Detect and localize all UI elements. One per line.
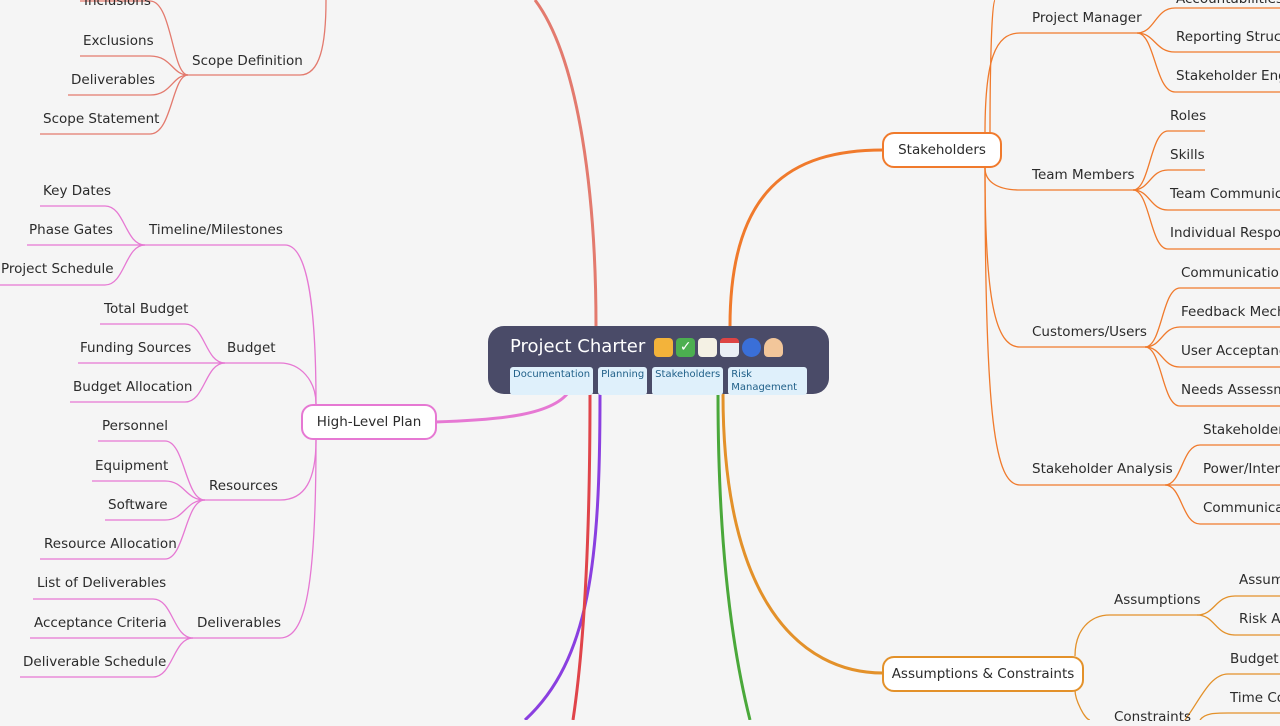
node-assumptions[interactable]: Assumptions bbox=[1114, 591, 1200, 609]
node-communication-plan[interactable]: Communicat bbox=[1203, 499, 1280, 517]
memo-icon bbox=[698, 337, 718, 357]
tag-planning[interactable]: Planning bbox=[598, 367, 648, 395]
node-scope-statement[interactable]: Scope Statement bbox=[43, 110, 159, 128]
node-stakeholder-engagement[interactable]: Stakeholder Enga bbox=[1176, 67, 1280, 85]
node-individual-responsibilities[interactable]: Individual Respons bbox=[1170, 224, 1280, 242]
tag-risk-management[interactable]: Risk Management bbox=[728, 367, 807, 395]
node-scope-definition[interactable]: Scope Definition bbox=[192, 52, 303, 70]
node-deliverables[interactable]: Deliverables bbox=[197, 614, 281, 632]
node-resource-allocation[interactable]: Resource Allocation bbox=[44, 535, 177, 553]
node-budget-constraints[interactable]: Budget C bbox=[1230, 650, 1280, 668]
node-stakeholder-identification[interactable]: Stakeholder I bbox=[1203, 421, 1280, 439]
node-resources[interactable]: Resources bbox=[209, 477, 278, 495]
branch-red bbox=[571, 393, 592, 720]
tag-documentation[interactable]: Documentation bbox=[510, 367, 594, 395]
node-team-members[interactable]: Team Members bbox=[1032, 166, 1135, 184]
node-assumptions-list[interactable]: Assum bbox=[1239, 571, 1280, 589]
node-project-schedule[interactable]: Project Schedule bbox=[1, 260, 114, 278]
node-total-budget[interactable]: Total Budget bbox=[104, 300, 188, 318]
node-reporting-structure[interactable]: Reporting Structu bbox=[1176, 28, 1280, 46]
node-key-dates[interactable]: Key Dates bbox=[43, 182, 111, 200]
node-customers-users[interactable]: Customers/Users bbox=[1032, 323, 1147, 341]
tag-stakeholders[interactable]: Stakeholders bbox=[652, 367, 724, 395]
node-roles[interactable]: Roles bbox=[1170, 107, 1206, 125]
node-budget[interactable]: Budget bbox=[227, 339, 276, 357]
branch-scope bbox=[533, 0, 598, 327]
node-assumptions-constraints[interactable]: Assumptions & Constraints bbox=[882, 656, 1084, 692]
node-phase-gates[interactable]: Phase Gates bbox=[29, 221, 113, 239]
node-personnel[interactable]: Personnel bbox=[102, 417, 168, 435]
check-mark-icon: ✓ bbox=[676, 337, 696, 357]
node-timeline-milestones[interactable]: Timeline/Milestones bbox=[149, 221, 283, 239]
speaking-head-icon bbox=[742, 337, 762, 357]
node-deliverable-schedule[interactable]: Deliverable Schedule bbox=[23, 653, 166, 671]
branch-assumptions bbox=[721, 393, 884, 675]
branch-stakeholders bbox=[728, 148, 884, 327]
node-acceptance-criteria[interactable]: Acceptance Criteria bbox=[34, 614, 167, 632]
node-budget-allocation[interactable]: Budget Allocation bbox=[73, 378, 192, 396]
node-power-interest[interactable]: Power/Intere bbox=[1203, 460, 1280, 478]
node-software[interactable]: Software bbox=[108, 496, 168, 514]
node-funding-sources[interactable]: Funding Sources bbox=[80, 339, 191, 357]
node-exclusions[interactable]: Exclusions bbox=[83, 32, 154, 50]
node-deliverables-scope[interactable]: Deliverables bbox=[71, 71, 155, 89]
root-title: Project Charter bbox=[510, 336, 646, 357]
node-skills[interactable]: Skills bbox=[1170, 146, 1205, 164]
node-high-level-plan[interactable]: High-Level Plan bbox=[301, 404, 437, 440]
node-constraints[interactable]: Constraints bbox=[1114, 708, 1191, 726]
node-stakeholder-analysis[interactable]: Stakeholder Analysis bbox=[1032, 460, 1173, 478]
node-user-acceptance[interactable]: User Acceptance bbox=[1181, 342, 1280, 360]
node-feedback-mechanisms[interactable]: Feedback Mecha bbox=[1181, 303, 1280, 321]
node-inclusions[interactable]: Inclusions bbox=[84, 0, 151, 10]
node-accountabilities[interactable]: Accountabilities bbox=[1176, 0, 1280, 8]
node-time-constraints[interactable]: Time Co bbox=[1230, 689, 1280, 707]
calendar-icon bbox=[720, 337, 740, 357]
node-stakeholders[interactable]: Stakeholders bbox=[882, 132, 1002, 168]
node-equipment[interactable]: Equipment bbox=[95, 457, 168, 475]
node-communication[interactable]: Communication bbox=[1181, 264, 1280, 282]
node-project-manager[interactable]: Project Manager bbox=[1032, 9, 1142, 27]
node-needs-assessment[interactable]: Needs Assessme bbox=[1181, 381, 1280, 399]
node-list-of-deliverables[interactable]: List of Deliverables bbox=[37, 574, 166, 592]
node-risk-assessment[interactable]: Risk As bbox=[1239, 610, 1280, 628]
handshake-icon bbox=[654, 337, 674, 357]
office-worker-icon bbox=[764, 337, 784, 357]
root-node[interactable]: Project Charter ✓ Documentation Planning… bbox=[488, 326, 829, 395]
node-team-communication[interactable]: Team Communicat bbox=[1170, 185, 1280, 203]
